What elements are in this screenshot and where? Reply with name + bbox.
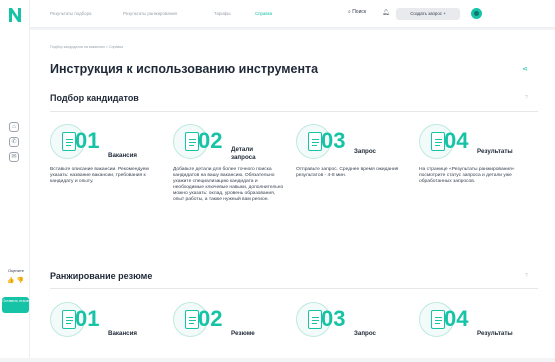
search-button[interactable]: ⌕ Поиск [348, 9, 366, 15]
section-title-ranking: Ранжирование резюме [50, 271, 153, 281]
main-panel: Подбор кандидатов на вакансию > Справка … [30, 30, 555, 358]
nav-link-help[interactable]: Справка [255, 11, 272, 16]
left-rail: ⌂ ✆ ✉ Оцените 👍👎 Оставить отзыв [0, 0, 30, 358]
step-label: Результаты [477, 148, 513, 155]
step-card: 01 Вакансия [50, 302, 165, 362]
step-number: 02 [198, 306, 223, 331]
step-card: 02 Резюме [173, 302, 288, 362]
step-card: 04 Результаты [419, 302, 534, 362]
help-icon[interactable]: ? [525, 273, 528, 279]
step-label: Запрос [354, 330, 376, 337]
thumbs-icons[interactable]: 👍👎 [7, 277, 26, 284]
breadcrumb[interactable]: Подбор кандидатов на вакансию > Справка [50, 45, 123, 49]
step-description: Отправьте запрос. Среднее время ожидания… [296, 167, 399, 179]
search-label: Поиск [352, 9, 367, 15]
step-card: 03 Запрос [296, 302, 411, 362]
share-icon[interactable]: ⋖ [522, 65, 528, 73]
step-number: 04 [444, 306, 469, 331]
logo-icon[interactable] [8, 7, 22, 23]
create-request-button[interactable]: Создать запрос + [396, 8, 460, 20]
step-description: На странице «Результаты ранжирования» по… [419, 167, 515, 185]
step-label: Результаты [477, 330, 513, 337]
bell-icon[interactable]: 🔔︎ [382, 9, 390, 16]
divider [50, 111, 538, 112]
section-title-selection: Подбор кандидатов [50, 93, 139, 103]
nav-link-selection-results[interactable]: Результаты подбора [50, 11, 91, 16]
step-label: Резюме [231, 330, 255, 337]
search-icon: ⌕ [348, 9, 351, 15]
step-description: Вставьте описание вакансии. Рекомендуем … [50, 167, 149, 185]
step-label: Вакансия [108, 152, 138, 159]
feedback-button[interactable]: Оставить отзыв [2, 297, 29, 313]
step-description: Добавьте детали для более точного поиска… [173, 167, 284, 203]
help-icon[interactable]: ? [525, 95, 528, 101]
step-number: 01 [75, 306, 100, 331]
step-number: 03 [321, 306, 346, 331]
step-label: Вакансия [108, 330, 138, 337]
home-icon[interactable]: ⌂ [9, 122, 19, 132]
step-card: 02 Детали запроса Добавьте детали для бо… [173, 124, 288, 202]
phone-icon[interactable]: ✆ [9, 137, 19, 147]
nav-link-tariffs[interactable]: Тарифы [214, 11, 231, 16]
mail-icon[interactable]: ✉ [9, 152, 19, 162]
step-label: Запрос [354, 148, 376, 155]
step-label: Детали запроса [231, 146, 256, 161]
step-number: 04 [444, 128, 469, 153]
step-card: 04 Результаты На странице «Результаты ра… [419, 124, 534, 184]
step-card: 03 Запрос Отправьте запрос. Среднее врем… [296, 124, 411, 184]
nav-link-ranking-results[interactable]: Результаты ранжирования [123, 11, 177, 16]
step-number: 02 [198, 128, 223, 153]
divider [50, 288, 538, 289]
top-bar: Результаты подбора Результаты ранжирован… [30, 0, 555, 28]
step-card: 01 Вакансия Вставьте описание вакансии. … [50, 124, 165, 184]
step-number: 01 [75, 128, 100, 153]
rate-label: Оцените [7, 268, 25, 273]
step-number: 03 [321, 128, 346, 153]
avatar[interactable] [471, 8, 482, 19]
page-title: Инструкция к использованию инструмента [50, 62, 319, 76]
